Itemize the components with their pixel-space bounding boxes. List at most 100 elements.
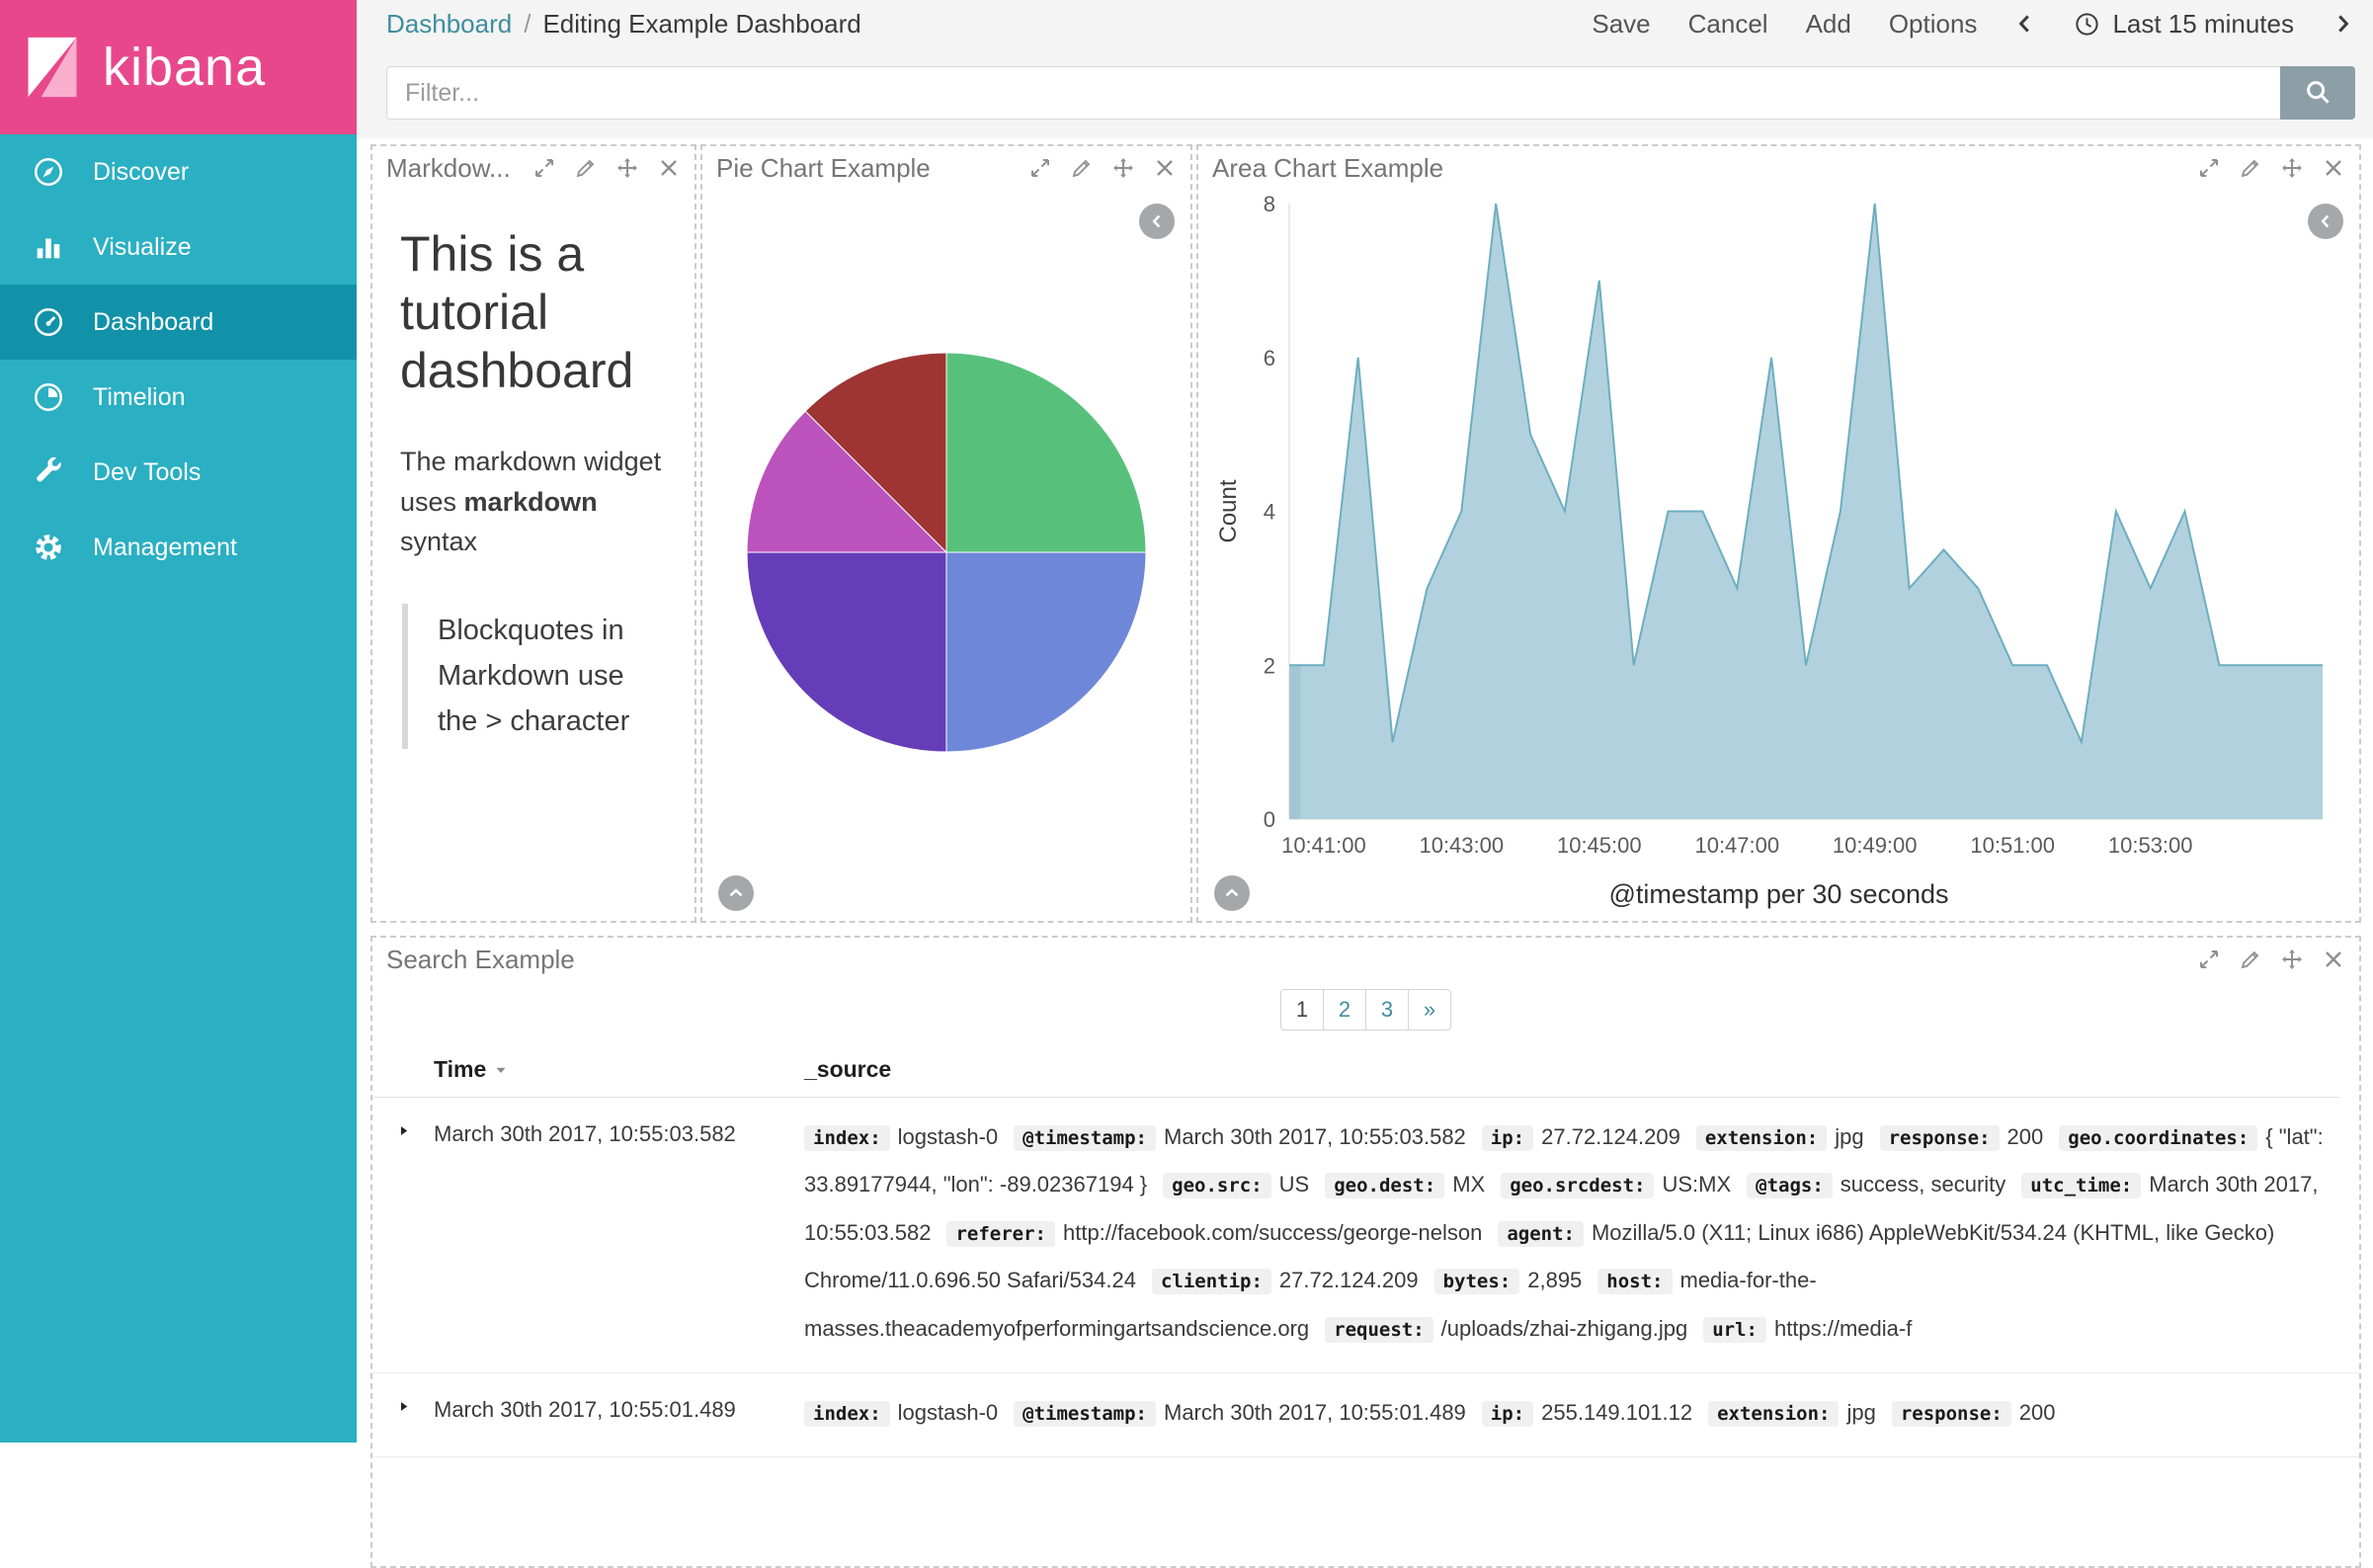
field-value: logstash-0	[898, 1124, 999, 1149]
field-key: ip:	[1482, 1125, 1533, 1151]
edit-icon[interactable]	[2239, 948, 2262, 971]
sidebar-item-dev-tools[interactable]: Dev Tools	[0, 435, 357, 510]
kibana-logo-icon	[24, 36, 81, 99]
markdown-paragraph: The markdown widget uses markdown syntax	[400, 442, 671, 562]
page-button-2[interactable]: 2	[1323, 989, 1366, 1031]
pie-chart[interactable]	[743, 349, 1150, 756]
field-key: geo.dest:	[1325, 1173, 1444, 1198]
pie-slice[interactable]	[946, 552, 1146, 752]
field-key: bytes:	[1434, 1269, 1520, 1294]
expand-icon[interactable]	[532, 156, 556, 180]
panel-header[interactable]: Search Example	[372, 938, 2359, 981]
add-button[interactable]: Add	[1806, 9, 1851, 40]
close-icon[interactable]	[657, 156, 681, 180]
table-row: March 30th 2017, 10:55:03.582index:logst…	[372, 1098, 2359, 1373]
next-page-button[interactable]: »	[1408, 989, 1451, 1031]
panel-header[interactable]: Pie Chart Example	[702, 146, 1190, 190]
filter-search-button[interactable]	[2280, 66, 2355, 120]
sidebar-item-management[interactable]: Management	[0, 510, 357, 585]
breadcrumb-dashboard-link[interactable]: Dashboard	[386, 9, 512, 40]
expand-row-button[interactable]	[372, 1114, 434, 1138]
field-key: geo.srcdest:	[1501, 1173, 1654, 1198]
panel-header[interactable]: Markdow...	[372, 146, 695, 190]
options-button[interactable]: Options	[1889, 9, 1978, 40]
expand-row-button[interactable]	[372, 1389, 434, 1414]
close-icon[interactable]	[2322, 156, 2345, 180]
close-icon[interactable]	[2322, 948, 2345, 971]
edit-icon[interactable]	[2239, 156, 2262, 180]
edit-icon[interactable]	[1070, 156, 1094, 180]
field-key: index:	[804, 1401, 890, 1427]
sidebar-item-dashboard[interactable]: Dashboard	[0, 285, 357, 360]
table-header: Time _source	[372, 1056, 2339, 1098]
pie-chart-holder	[743, 349, 1150, 761]
row-source: index:logstash-0@timestamp:March 30th 20…	[804, 1389, 2359, 1437]
breadcrumb-separator: /	[524, 9, 531, 40]
svg-text:8: 8	[1264, 192, 1275, 216]
time-forward-button[interactable]	[2330, 11, 2355, 37]
legend-toggle-top-button[interactable]	[1139, 204, 1175, 239]
page-button-3[interactable]: 3	[1365, 989, 1409, 1031]
sidebar-item-timelion[interactable]: Timelion	[0, 360, 357, 435]
panel-controls	[2197, 948, 2345, 971]
field-value: http://facebook.com/success/george-nelso…	[1063, 1220, 1482, 1245]
field-key: extension:	[1696, 1125, 1827, 1151]
field-value: 27.72.124.209	[1279, 1268, 1419, 1292]
table-row: March 30th 2017, 10:55:01.489index:logst…	[372, 1373, 2359, 1457]
gear-icon	[32, 531, 65, 564]
column-header-source[interactable]: _source	[804, 1056, 2339, 1083]
panel-title: Markdow...	[386, 153, 532, 184]
legend-toggle-bottom-button[interactable]	[718, 875, 754, 911]
expand-icon[interactable]	[1028, 156, 1052, 180]
sidebar-item-label: Discover	[93, 158, 189, 187]
legend-toggle-top-button[interactable]	[2308, 204, 2343, 239]
svg-text:4: 4	[1264, 500, 1275, 525]
svg-text:10:51:00: 10:51:00	[1970, 833, 2055, 858]
field-key: @tags:	[1747, 1173, 1833, 1198]
sidebar-item-visualize[interactable]: Visualize	[0, 209, 357, 285]
filter-bar	[357, 47, 2373, 138]
field-key: geo.coordinates:	[2059, 1125, 2257, 1151]
wrench-icon	[32, 455, 65, 489]
pie-slice[interactable]	[946, 353, 1146, 552]
field-key: request:	[1325, 1317, 1433, 1343]
panel-area-chart: Area Chart Example 0246810:41:0010:43:00…	[1196, 144, 2361, 923]
svg-text:10:47:00: 10:47:00	[1694, 833, 1779, 858]
timepicker-button[interactable]: Last 15 minutes	[2074, 9, 2294, 40]
page-button-1[interactable]: 1	[1280, 989, 1324, 1031]
svg-text:10:43:00: 10:43:00	[1419, 833, 1504, 858]
legend-toggle-bottom-button[interactable]	[1214, 875, 1250, 911]
pie-slice[interactable]	[747, 552, 946, 752]
save-button[interactable]: Save	[1592, 9, 1650, 40]
sidebar-item-label: Dev Tools	[93, 458, 201, 487]
edit-icon[interactable]	[574, 156, 598, 180]
field-value: /uploads/zhai-zhigang.jpg	[1441, 1316, 1688, 1341]
move-icon[interactable]	[1111, 156, 1135, 180]
filter-input[interactable]	[386, 66, 2280, 120]
markdown-content: This is a tutorial dashboard The markdow…	[372, 190, 695, 749]
y-axis-label: Count	[1215, 479, 1242, 542]
time-range-label: Last 15 minutes	[2112, 9, 2294, 40]
kibana-logo[interactable]: kibana	[0, 0, 357, 134]
field-value: 200	[2007, 1124, 2044, 1149]
move-icon[interactable]	[615, 156, 639, 180]
area-chart[interactable]: 0246810:41:0010:43:0010:45:0010:47:0010:…	[1212, 190, 2348, 925]
field-value: March 30th 2017, 10:55:01.489	[1164, 1400, 1466, 1425]
field-key: @timestamp:	[1014, 1125, 1156, 1151]
column-header-time[interactable]: Time	[434, 1056, 804, 1083]
sidebar: kibana Discover VisualizeDashboardTimelio…	[0, 0, 357, 1443]
time-back-button[interactable]	[2012, 11, 2038, 37]
expand-icon[interactable]	[2197, 156, 2221, 180]
area-series[interactable]	[1289, 204, 2323, 819]
move-icon[interactable]	[2280, 948, 2304, 971]
field-key: index:	[804, 1125, 890, 1151]
field-key: response:	[1880, 1125, 2000, 1151]
topbar-actions: Save Cancel Add Options	[1592, 9, 1977, 40]
bar-chart-icon	[32, 230, 65, 264]
close-icon[interactable]	[1153, 156, 1177, 180]
expand-icon[interactable]	[2197, 948, 2221, 971]
sidebar-item-discover[interactable]: Discover	[0, 134, 357, 209]
panel-header[interactable]: Area Chart Example	[1198, 146, 2359, 190]
cancel-button[interactable]: Cancel	[1688, 9, 1768, 40]
move-icon[interactable]	[2280, 156, 2304, 180]
